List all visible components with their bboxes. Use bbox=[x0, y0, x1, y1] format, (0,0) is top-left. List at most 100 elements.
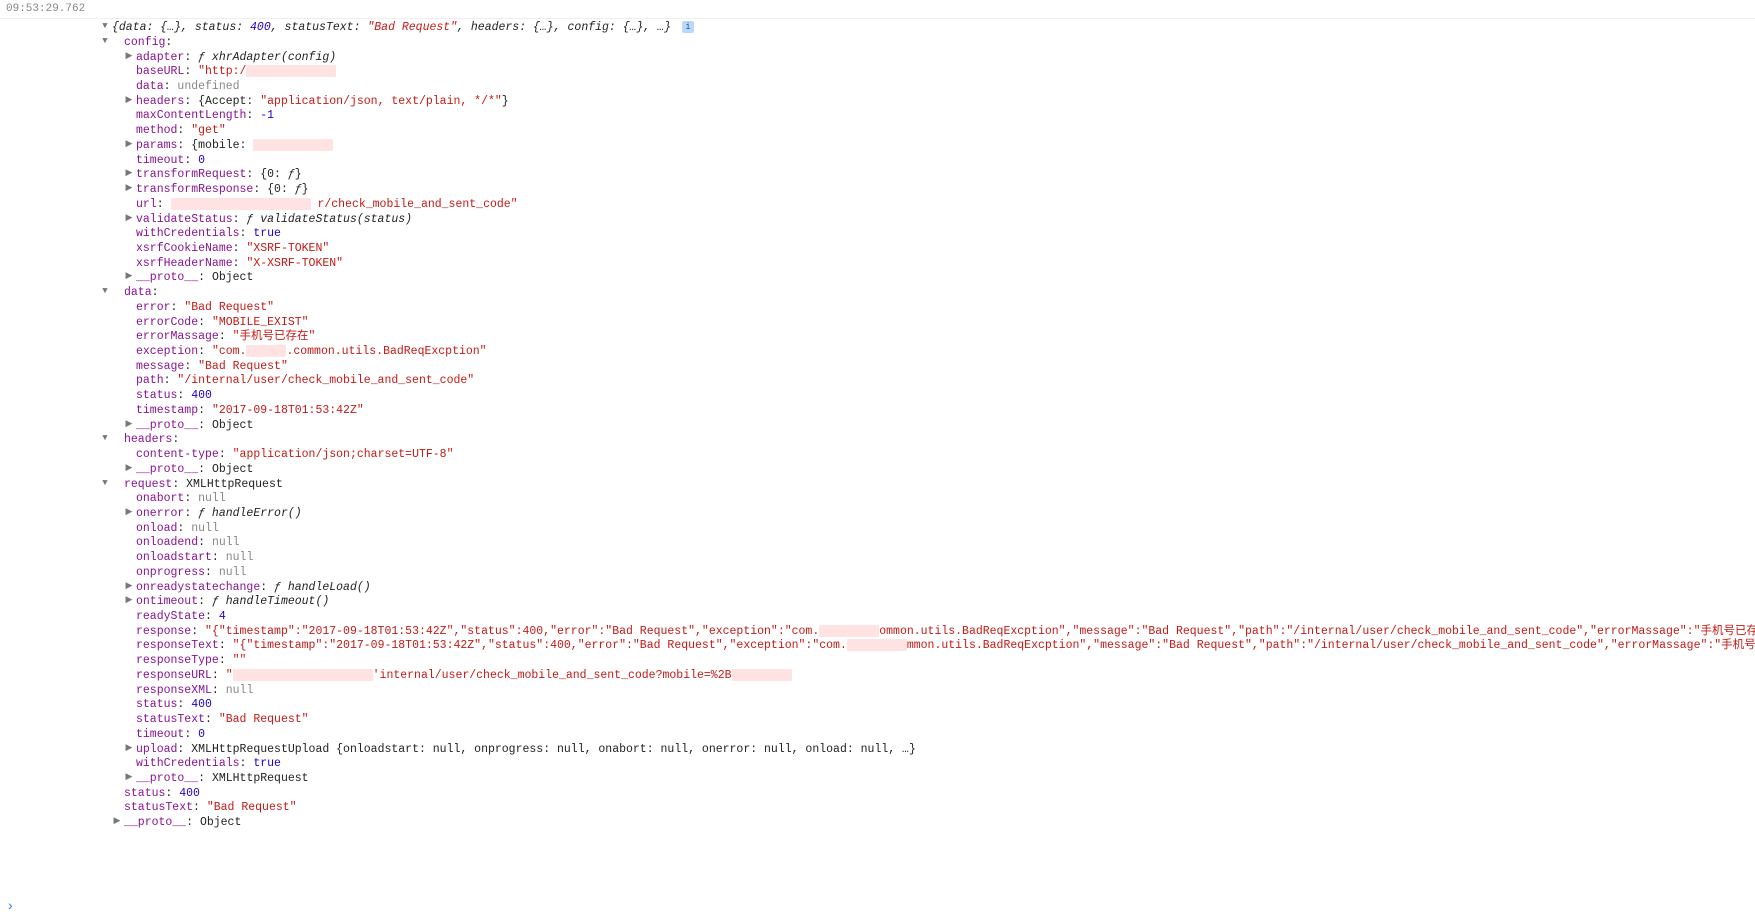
request-onerror-row[interactable]: ▶ onerror: ƒ handleError() bbox=[124, 507, 1755, 522]
data-section[interactable]: ▼ data: bbox=[100, 286, 1755, 301]
config-headers-row[interactable]: ▶ headers: {Accept: "application/json, t… bbox=[124, 95, 1755, 110]
expand-arrow-icon[interactable]: ▶ bbox=[124, 743, 134, 755]
expand-arrow-icon[interactable]: ▶ bbox=[124, 772, 134, 784]
request-responseurl-row[interactable]: responseURL: "'internal/user/check_mobil… bbox=[124, 669, 1755, 684]
prop-key: xsrfCookieName bbox=[136, 242, 233, 255]
request-readystate-row[interactable]: readyState: 4 bbox=[124, 610, 1755, 625]
prop-value: {mobile: bbox=[191, 139, 253, 152]
expand-arrow-icon[interactable]: ▶ bbox=[124, 419, 134, 431]
config-adapter-row[interactable]: ▶ adapter: ƒ xhrAdapter(config) bbox=[124, 51, 1755, 66]
config-withcredentials-row[interactable]: withCredentials: true bbox=[124, 227, 1755, 242]
request-onabort-row[interactable]: onabort: null bbox=[124, 492, 1755, 507]
prop-value: 'internal/user/check_mobile_and_sent_cod… bbox=[373, 669, 732, 682]
prop-value: null bbox=[198, 492, 226, 505]
config-params-row[interactable]: ▶ params: {mobile: bbox=[124, 139, 1755, 154]
prop-key: content-type bbox=[136, 448, 219, 461]
config-proto-row[interactable]: ▶ __proto__: Object bbox=[124, 271, 1755, 286]
request-onloadend-row[interactable]: onloadend: null bbox=[124, 536, 1755, 551]
headers-contenttype-row[interactable]: content-type: "application/json;charset=… bbox=[124, 448, 1755, 463]
request-upload-row[interactable]: ▶ upload: XMLHttpRequestUpload {onloadst… bbox=[124, 743, 1755, 758]
config-baseurl-row[interactable]: baseURL: "http:/ bbox=[124, 65, 1755, 80]
config-transformresponse-row[interactable]: ▶ transformResponse: {0: ƒ} bbox=[124, 183, 1755, 198]
data-proto-row[interactable]: ▶ __proto__: Object bbox=[124, 419, 1755, 434]
request-status-row[interactable]: status: 400 bbox=[124, 698, 1755, 713]
request-onreadystatechange-row[interactable]: ▶ onreadystatechange: ƒ handleLoad() bbox=[124, 581, 1755, 596]
expand-arrow-icon[interactable]: ▶ bbox=[124, 183, 134, 195]
prop-value: "Bad Request" bbox=[219, 713, 309, 726]
expand-arrow-icon[interactable]: ▼ bbox=[100, 478, 110, 490]
prop-key: transformResponse bbox=[136, 183, 253, 196]
expand-arrow-icon[interactable]: ▶ bbox=[124, 595, 134, 607]
expand-arrow-icon[interactable]: ▼ bbox=[100, 286, 110, 298]
data-errorcode-row[interactable]: errorCode: "MOBILE_EXIST" bbox=[124, 316, 1755, 331]
data-path-row[interactable]: path: "/internal/user/check_mobile_and_s… bbox=[124, 374, 1755, 389]
object-summary: {data: {…}, status: 400, statusText: "Ba… bbox=[112, 21, 671, 34]
prop-key: onloadend bbox=[136, 536, 198, 549]
config-timeout-row[interactable]: timeout: 0 bbox=[124, 154, 1755, 169]
prop-key: headers bbox=[136, 95, 184, 108]
prop-key: statusText bbox=[136, 713, 205, 726]
request-responsetext-row[interactable]: responseText: "{"timestamp":"2017-09-18T… bbox=[124, 639, 1755, 654]
request-withcredentials-row[interactable]: withCredentials: true bbox=[124, 757, 1755, 772]
config-maxlen-row[interactable]: maxContentLength: -1 bbox=[124, 109, 1755, 124]
data-exception-row[interactable]: exception: "com..common.utils.BadReqExcp… bbox=[124, 345, 1755, 360]
request-onload-row[interactable]: onload: null bbox=[124, 522, 1755, 537]
prop-key: status bbox=[136, 698, 177, 711]
prop-value: XMLHttpRequest bbox=[212, 772, 309, 785]
expand-arrow-icon[interactable]: ▶ bbox=[124, 139, 134, 151]
redacted-block bbox=[246, 345, 286, 357]
expand-arrow-icon[interactable]: ▼ bbox=[100, 36, 110, 48]
request-section[interactable]: ▼ request: XMLHttpRequest bbox=[100, 478, 1755, 493]
prop-key: __proto__ bbox=[136, 419, 198, 432]
headers-section[interactable]: ▼ headers: bbox=[100, 433, 1755, 448]
config-data-row[interactable]: data: undefined bbox=[124, 80, 1755, 95]
prop-key: upload bbox=[136, 743, 177, 756]
data-message-row[interactable]: message: "Bad Request" bbox=[124, 360, 1755, 375]
data-errormassage-row[interactable]: errorMassage: "手机号已存在" bbox=[124, 330, 1755, 345]
prop-key: errorMassage bbox=[136, 330, 219, 343]
config-xsrfcookie-row[interactable]: xsrfCookieName: "XSRF-TOKEN" bbox=[124, 242, 1755, 257]
outer-proto-row[interactable]: ▶ __proto__: Object bbox=[112, 816, 1755, 831]
config-transformrequest-row[interactable]: ▶ transformRequest: {0: ƒ} bbox=[124, 168, 1755, 183]
console-prompt[interactable]: › bbox=[6, 899, 14, 917]
expand-arrow-icon[interactable]: ▶ bbox=[124, 581, 134, 593]
expand-arrow-icon[interactable]: ▶ bbox=[124, 271, 134, 283]
prop-key: timeout bbox=[136, 728, 184, 741]
request-responsexml-row[interactable]: responseXML: null bbox=[124, 684, 1755, 699]
data-error-row[interactable]: error: "Bad Request" bbox=[124, 301, 1755, 316]
prop-key: message bbox=[136, 360, 184, 373]
data-timestamp-row[interactable]: timestamp: "2017-09-18T01:53:42Z" bbox=[124, 404, 1755, 419]
request-proto-row[interactable]: ▶ __proto__: XMLHttpRequest bbox=[124, 772, 1755, 787]
prop-key: onabort bbox=[136, 492, 184, 505]
prop-value: "XSRF-TOKEN" bbox=[246, 242, 329, 255]
expand-arrow-icon[interactable]: ▼ bbox=[100, 433, 110, 445]
expand-arrow-icon[interactable]: ▶ bbox=[112, 816, 122, 828]
request-timeout-row[interactable]: timeout: 0 bbox=[124, 728, 1755, 743]
config-section[interactable]: ▼ config: bbox=[100, 36, 1755, 51]
request-statustext-row[interactable]: statusText: "Bad Request" bbox=[124, 713, 1755, 728]
request-response-row[interactable]: response: "{"timestamp":"2017-09-18T01:5… bbox=[124, 625, 1755, 640]
expand-arrow-icon[interactable]: ▶ bbox=[124, 168, 134, 180]
headers-proto-row[interactable]: ▶ __proto__: Object bbox=[124, 463, 1755, 478]
request-onprogress-row[interactable]: onprogress: null bbox=[124, 566, 1755, 581]
config-method-row[interactable]: method: "get" bbox=[124, 124, 1755, 139]
request-responsetype-row[interactable]: responseType: "" bbox=[124, 654, 1755, 669]
expand-arrow-icon[interactable]: ▼ bbox=[100, 21, 110, 33]
expand-arrow-icon[interactable]: ▶ bbox=[124, 95, 134, 107]
outer-status-row[interactable]: status: 400 bbox=[112, 787, 1755, 802]
expand-arrow-icon[interactable]: ▶ bbox=[124, 463, 134, 475]
prop-value: 400 bbox=[191, 389, 212, 402]
request-onloadstart-row[interactable]: onloadstart: null bbox=[124, 551, 1755, 566]
expand-arrow-icon[interactable]: ▶ bbox=[124, 51, 134, 63]
prop-key: transformRequest bbox=[136, 168, 246, 181]
outer-statustext-row[interactable]: statusText: "Bad Request" bbox=[112, 801, 1755, 816]
expand-arrow-icon[interactable]: ▶ bbox=[124, 507, 134, 519]
request-ontimeout-row[interactable]: ▶ ontimeout: ƒ handleTimeout() bbox=[124, 595, 1755, 610]
config-xsrfheader-row[interactable]: xsrfHeaderName: "X-XSRF-TOKEN" bbox=[124, 257, 1755, 272]
data-status-row[interactable]: status: 400 bbox=[124, 389, 1755, 404]
top-object-row[interactable]: ▼ {data: {…}, status: 400, statusText: "… bbox=[100, 21, 1755, 36]
info-icon[interactable]: i bbox=[682, 21, 694, 33]
config-url-row[interactable]: url: r/check_mobile_and_sent_code" bbox=[124, 198, 1755, 213]
config-validatestatus-row[interactable]: ▶ validateStatus: ƒ validateStatus(statu… bbox=[124, 213, 1755, 228]
expand-arrow-icon[interactable]: ▶ bbox=[124, 213, 134, 225]
